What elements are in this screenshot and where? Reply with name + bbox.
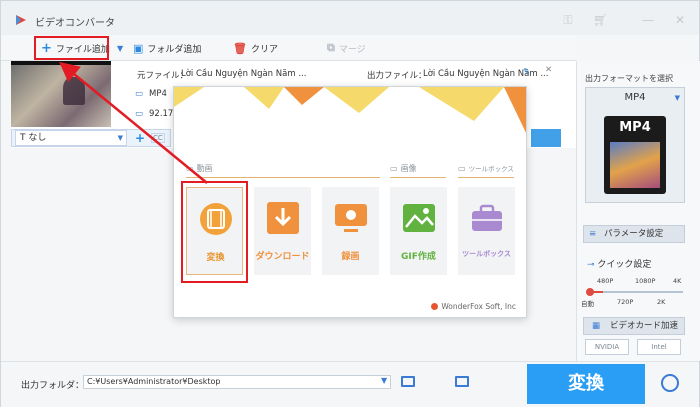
annotation-arrow <box>59 61 208 184</box>
app-window: ビデオコンバータ ⚿ 🛒︎ — ✕ + ファイル追加 ▼ ▣ フォルダ追加 🗑︎… <box>0 0 700 407</box>
